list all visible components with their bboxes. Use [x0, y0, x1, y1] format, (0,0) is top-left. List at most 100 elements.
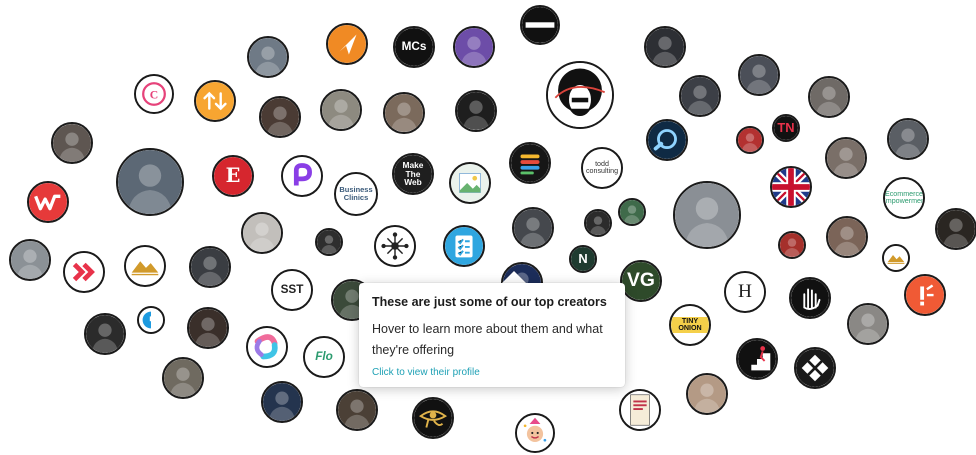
- avatar-photo: [457, 92, 495, 130]
- creator-logo-text: TINY ONION: [671, 316, 709, 334]
- creator-blue-neon[interactable]: [261, 381, 303, 423]
- creator-small-portrait[interactable]: [315, 228, 343, 256]
- creator-purple-p[interactable]: [281, 155, 323, 197]
- creator-man-beard-2[interactable]: [825, 137, 867, 179]
- creator-red-chevrons[interactable]: [63, 251, 105, 293]
- creator-mcs-logo[interactable]: MCs: [393, 26, 435, 68]
- creator-flo[interactable]: Flo: [303, 336, 345, 378]
- creator-avatar: [385, 94, 423, 132]
- creator-afro-illustration[interactable]: [546, 61, 614, 129]
- creator-eye-of-horus[interactable]: [412, 397, 454, 439]
- creator-avatar: [517, 415, 553, 451]
- uk-flag-icon: [772, 168, 810, 206]
- creator-camera-man[interactable]: [383, 92, 425, 134]
- creator-sunglasses-man[interactable]: [116, 148, 184, 216]
- creator-avatar: TN: [774, 116, 798, 140]
- creator-vg-logo[interactable]: VG: [620, 260, 662, 302]
- creator-todd-consulting[interactable]: todd consulting: [581, 147, 623, 189]
- creator-hemingway-h[interactable]: H: [724, 271, 766, 313]
- creator-man-field[interactable]: [320, 89, 362, 131]
- creator-purple-art[interactable]: [453, 26, 495, 68]
- view-profile-link[interactable]: Click to view their profile: [372, 367, 611, 378]
- creator-man-standing[interactable]: [189, 246, 231, 288]
- creator-book-cover[interactable]: [619, 389, 661, 431]
- creator-hand-logo[interactable]: [789, 277, 831, 319]
- avatar-photo: [249, 38, 287, 76]
- creator-stairs-exit[interactable]: [736, 338, 778, 380]
- creator-dark-man-smile[interactable]: [679, 75, 721, 117]
- creator-orange-exclaim[interactable]: [904, 274, 946, 316]
- creator-blue-half[interactable]: [137, 306, 165, 334]
- navigation-arrow-icon: [328, 25, 366, 63]
- creator-red-photo[interactable]: [736, 126, 764, 154]
- creator-small-man[interactable]: [584, 209, 612, 237]
- creator-avatar: [828, 218, 866, 256]
- creator-man-glasses-1[interactable]: [738, 54, 780, 96]
- creator-woman-blonde[interactable]: [686, 373, 728, 415]
- creator-x-diamonds[interactable]: [794, 347, 836, 389]
- creator-colorful-swirl[interactable]: [246, 326, 288, 368]
- creator-mountains[interactable]: [124, 245, 166, 287]
- creator-avatar: VG: [622, 262, 660, 300]
- creator-lake-silhouette[interactable]: [9, 239, 51, 281]
- creator-logo-text: Make The Web: [402, 159, 424, 188]
- tooltip-body: Hover to learn more about them and what …: [372, 322, 603, 357]
- creator-red-w[interactable]: [27, 181, 69, 223]
- creator-hat-beard-photo[interactable]: [247, 36, 289, 78]
- creator-red-e[interactable]: E: [212, 155, 254, 197]
- creator-pink-c[interactable]: C: [134, 74, 174, 114]
- creator-desk-setup[interactable]: [187, 307, 229, 349]
- creator-avatar: [261, 98, 299, 136]
- creator-search-logo[interactable]: [646, 119, 688, 161]
- creator-avatar: [780, 233, 804, 257]
- creator-ecommerce-empowerment[interactable]: Ecommerce Empowerment: [883, 177, 925, 219]
- creator-orange-arrow[interactable]: [326, 23, 368, 65]
- creator-woman-smile[interactable]: [826, 216, 868, 258]
- creator-make-the-web[interactable]: Make The Web: [392, 153, 434, 195]
- banner-icon: [522, 7, 558, 43]
- creator-image-placeholder[interactable]: [449, 162, 491, 204]
- svg-text:C: C: [150, 89, 158, 102]
- creator-avatar: [376, 227, 414, 265]
- creator-sst-logo[interactable]: SST: [271, 269, 313, 311]
- creator-checklist[interactable]: [443, 225, 485, 267]
- creator-dark-portrait[interactable]: [455, 90, 497, 132]
- creator-man-glasses-3[interactable]: [241, 212, 283, 254]
- creator-suit-man[interactable]: [644, 26, 686, 68]
- creator-red-small[interactable]: [778, 231, 806, 259]
- creator-dark-banner[interactable]: [520, 5, 560, 45]
- creator-business-clinics[interactable]: Business Clinics: [334, 172, 378, 216]
- creator-avatar: [646, 28, 684, 66]
- creator-avatar: [118, 150, 182, 214]
- creator-woman-dark-hair[interactable]: [84, 313, 126, 355]
- creator-man-glasses-2[interactable]: [887, 118, 929, 160]
- creator-man-laughing[interactable]: [808, 76, 850, 118]
- creator-man-glasses-4[interactable]: [162, 357, 204, 399]
- creator-man-cap[interactable]: [847, 303, 889, 345]
- creator-dark-man-edge[interactable]: [935, 208, 976, 250]
- exclaim-icon: [906, 276, 944, 314]
- creator-avatar: [681, 77, 719, 115]
- creator-woman-long-hair[interactable]: [259, 96, 301, 138]
- creator-tn-logo[interactable]: TN: [772, 114, 800, 142]
- creator-man-suit-green[interactable]: [618, 198, 646, 226]
- creator-network-logo[interactable]: [374, 225, 416, 267]
- creator-backpack-man[interactable]: [673, 181, 741, 249]
- creator-uk-flag[interactable]: [770, 166, 812, 208]
- avatar-photo: [780, 233, 804, 257]
- creator-green-n[interactable]: N: [569, 245, 597, 273]
- creator-woman-curly[interactable]: [51, 122, 93, 164]
- creator-stacked-bars[interactable]: [509, 142, 551, 184]
- creator-avatar: [586, 211, 610, 235]
- creator-tiny-onion[interactable]: TINY ONION: [669, 304, 711, 346]
- avatar-photo: [810, 78, 848, 116]
- tooltip-arrow: [502, 271, 526, 283]
- creator-man-portrait-bald[interactable]: [512, 207, 554, 249]
- creator-orange-updown[interactable]: [194, 80, 236, 122]
- creator-man-denim[interactable]: [336, 389, 378, 431]
- creator-party-cartoon[interactable]: [515, 413, 555, 453]
- stairs-icon: [738, 340, 776, 378]
- creator-avatar: [86, 315, 124, 353]
- creator-small-mountain[interactable]: [882, 244, 910, 272]
- avatar-photo: [317, 230, 341, 254]
